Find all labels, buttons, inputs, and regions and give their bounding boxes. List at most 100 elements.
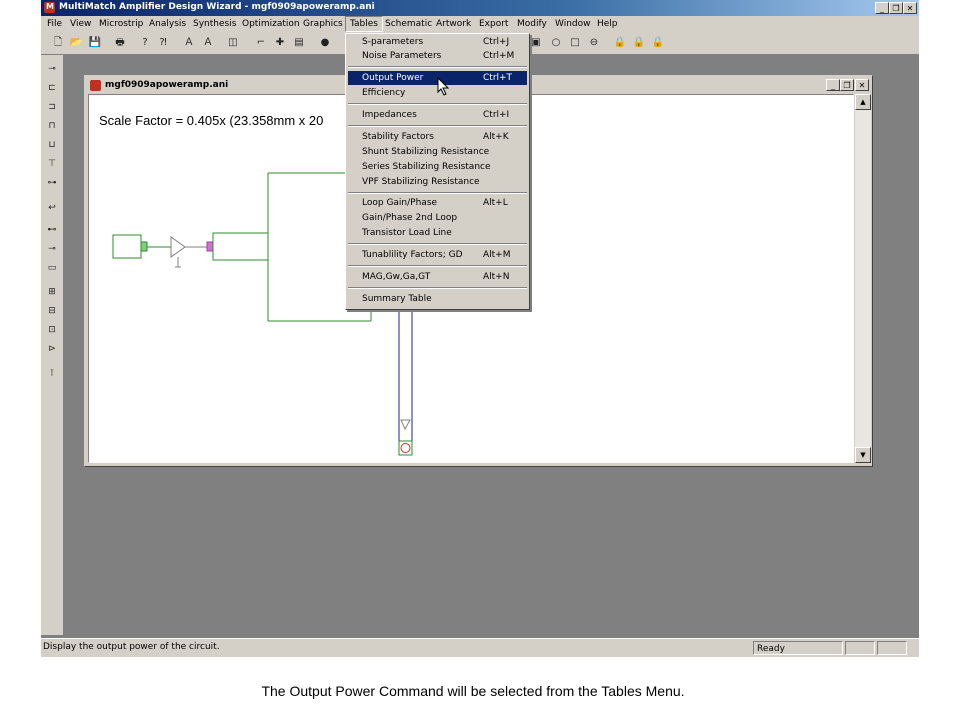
yellow-circle-icon[interactable]: ● <box>318 36 332 49</box>
box-icon[interactable]: ▤ <box>292 36 306 49</box>
vertical-scrollbar[interactable]: ▲ ▼ <box>855 94 871 463</box>
title-bar[interactable]: MultiMatch Amplifier Design Wizard - mgf… <box>41 0 919 16</box>
menu-graphics[interactable]: Graphics <box>299 16 347 32</box>
circle-icon[interactable]: ○ <box>549 36 563 49</box>
menuitem-tunability[interactable]: Tunablility Factors; GD Alt+M <box>348 248 527 262</box>
doc-close-button[interactable]: ✕ <box>855 79 869 91</box>
menuitem-label: Stability Factors <box>362 132 434 142</box>
menuitem-stability-factors[interactable]: Stability Factors Alt+K <box>348 130 527 144</box>
menuitem-label: Impedances <box>362 110 417 120</box>
status-ready: Ready <box>753 641 843 655</box>
gap-icon[interactable]: ⊶ <box>45 177 59 189</box>
menu-artwork[interactable]: Artwork <box>432 16 475 32</box>
menu-synthesis[interactable]: Synthesis <box>189 16 240 32</box>
input-connector <box>140 241 148 252</box>
menu-separator <box>348 243 527 245</box>
device-icon[interactable]: ◫ <box>226 36 240 49</box>
add-box-icon[interactable]: ⊞ <box>45 286 59 298</box>
save-icon[interactable]: 💾 <box>88 36 102 49</box>
minimize-button[interactable]: _ <box>875 2 889 14</box>
resistor-icon[interactable]: ▭ <box>45 262 59 274</box>
element-icon[interactable]: ▣ <box>529 36 543 49</box>
menuitem-impedances[interactable]: Impedances Ctrl+I <box>348 108 527 122</box>
menuitem-label: Shunt Stabilizing Resistance <box>362 147 490 157</box>
open-folder-icon[interactable]: 📂 <box>69 36 83 49</box>
context-help-icon[interactable]: ⁈ <box>156 36 170 49</box>
input-port-block <box>112 234 142 259</box>
tee-icon[interactable]: ⊤ <box>45 158 59 170</box>
capacitor-icon[interactable]: ⊷ <box>45 224 59 236</box>
menuitem-vpf-stabilizing[interactable]: VPF Stabilizing Resistance <box>348 175 527 189</box>
menu-help[interactable]: Help <box>593 16 622 32</box>
menu-modify[interactable]: Modify <box>513 16 551 32</box>
antenna-icon[interactable]: ⊺ <box>45 368 59 380</box>
menu-separator <box>348 265 527 267</box>
help-icon[interactable]: ? <box>138 36 152 49</box>
menuitem-mag-gains[interactable]: MAG,Gw,Ga,GT Alt+N <box>348 270 527 284</box>
menu-view[interactable]: View <box>66 16 95 32</box>
radial-stub-icon[interactable]: ⊓ <box>45 120 59 132</box>
menuitem-label: Summary Table <box>362 294 432 304</box>
window-title: MultiMatch Amplifier Design Wizard - mgf… <box>59 2 375 12</box>
menuitem-shortcut: Ctrl+T <box>483 73 513 83</box>
menuitem-shortcut: Alt+M <box>483 250 511 260</box>
menuitem-shortcut: Ctrl+I <box>483 110 510 120</box>
menuitem-shortcut: Ctrl+J <box>483 37 510 47</box>
menuitem-label: Efficiency <box>362 88 406 98</box>
stub-circle <box>400 443 411 453</box>
menuitem-gain-phase-2nd[interactable]: Gain/Phase 2nd Loop <box>348 211 527 225</box>
menuitem-load-line[interactable]: Transistor Load Line <box>348 226 527 240</box>
menuitem-series-stabilizing[interactable]: Series Stabilizing Resistance <box>348 160 527 174</box>
square-icon[interactable]: □ <box>568 36 582 49</box>
menu-tables[interactable]: Tables <box>345 16 383 32</box>
menuitem-shunt-stabilizing[interactable]: Shunt Stabilizing Resistance <box>348 145 527 159</box>
lock-c-icon[interactable]: 🔒 <box>651 36 665 49</box>
app-icon[interactable] <box>44 2 55 13</box>
doc-restore-button[interactable]: ❐ <box>840 79 854 91</box>
shunt-stub-icon[interactable]: ⊏ <box>45 82 59 94</box>
menu-schematic[interactable]: Schematic <box>381 16 436 32</box>
print-icon[interactable]: 🖶 <box>113 36 127 49</box>
lock-a-icon[interactable]: 🔒 <box>613 36 627 49</box>
subtract-box-icon[interactable]: ⊟ <box>45 305 59 317</box>
menuitem-label: Output Power <box>362 73 424 83</box>
dot-box-icon[interactable]: ⊡ <box>45 324 59 336</box>
menu-file[interactable]: File <box>43 16 66 32</box>
document-icon[interactable] <box>90 80 101 91</box>
new-file-icon[interactable]: 🗋 <box>51 36 65 49</box>
bend-icon[interactable]: ⌐ <box>254 36 268 49</box>
tables-menu-dropdown: S-parameters Ctrl+J Noise Parameters Ctrl+… <box>345 33 530 310</box>
series-line-icon[interactable]: ⊸ <box>45 63 59 75</box>
doc-minimize-button[interactable]: _ <box>826 79 840 91</box>
menuitem-label: S-parameters <box>362 37 424 47</box>
menuitem-loop-gain-phase[interactable]: Loop Gain/Phase Alt+L <box>348 196 527 210</box>
transistor-a-icon[interactable]: Ａ <box>182 36 196 49</box>
status-message: Display the output power of the circuit. <box>43 642 220 652</box>
cross-icon[interactable]: ✚ <box>273 36 287 49</box>
lock-b-icon[interactable]: 🔒 <box>632 36 646 49</box>
menuitem-shortcut: Ctrl+M <box>483 51 515 61</box>
menu-separator <box>348 103 527 105</box>
menu-microstrip[interactable]: Microstrip <box>95 16 147 32</box>
scroll-up-icon[interactable]: ▲ <box>855 94 871 110</box>
menu-analysis[interactable]: Analysis <box>145 16 190 32</box>
minus-circle-icon[interactable]: ⊖ <box>587 36 601 49</box>
menu-optimization[interactable]: Optimization <box>238 16 304 32</box>
menuitem-summary-table[interactable]: Summary Table <box>348 292 527 306</box>
inductor-icon[interactable]: ⊸ <box>45 243 59 255</box>
open-stub-icon[interactable]: ⊐ <box>45 101 59 113</box>
menuitem-shortcut: Alt+K <box>483 132 509 142</box>
close-button[interactable]: ✕ <box>903 2 917 14</box>
menu-separator <box>348 192 527 194</box>
menuitem-noise-parameters[interactable]: Noise Parameters Ctrl+M <box>348 49 527 63</box>
scroll-down-icon[interactable]: ▼ <box>855 447 871 463</box>
transistor-b-icon[interactable]: Ａ <box>201 36 215 49</box>
bend-line-icon[interactable]: ↩ <box>45 202 59 214</box>
coupled-line-icon[interactable]: ⊔ <box>45 139 59 151</box>
menu-export[interactable]: Export <box>475 16 512 32</box>
restore-button[interactable]: ❐ <box>889 2 903 14</box>
menuitem-s-parameters[interactable]: S-parameters Ctrl+J <box>348 35 527 49</box>
status-panel-3 <box>877 641 907 655</box>
menu-window[interactable]: Window <box>551 16 595 32</box>
play-box-icon[interactable]: ⊳ <box>45 343 59 355</box>
